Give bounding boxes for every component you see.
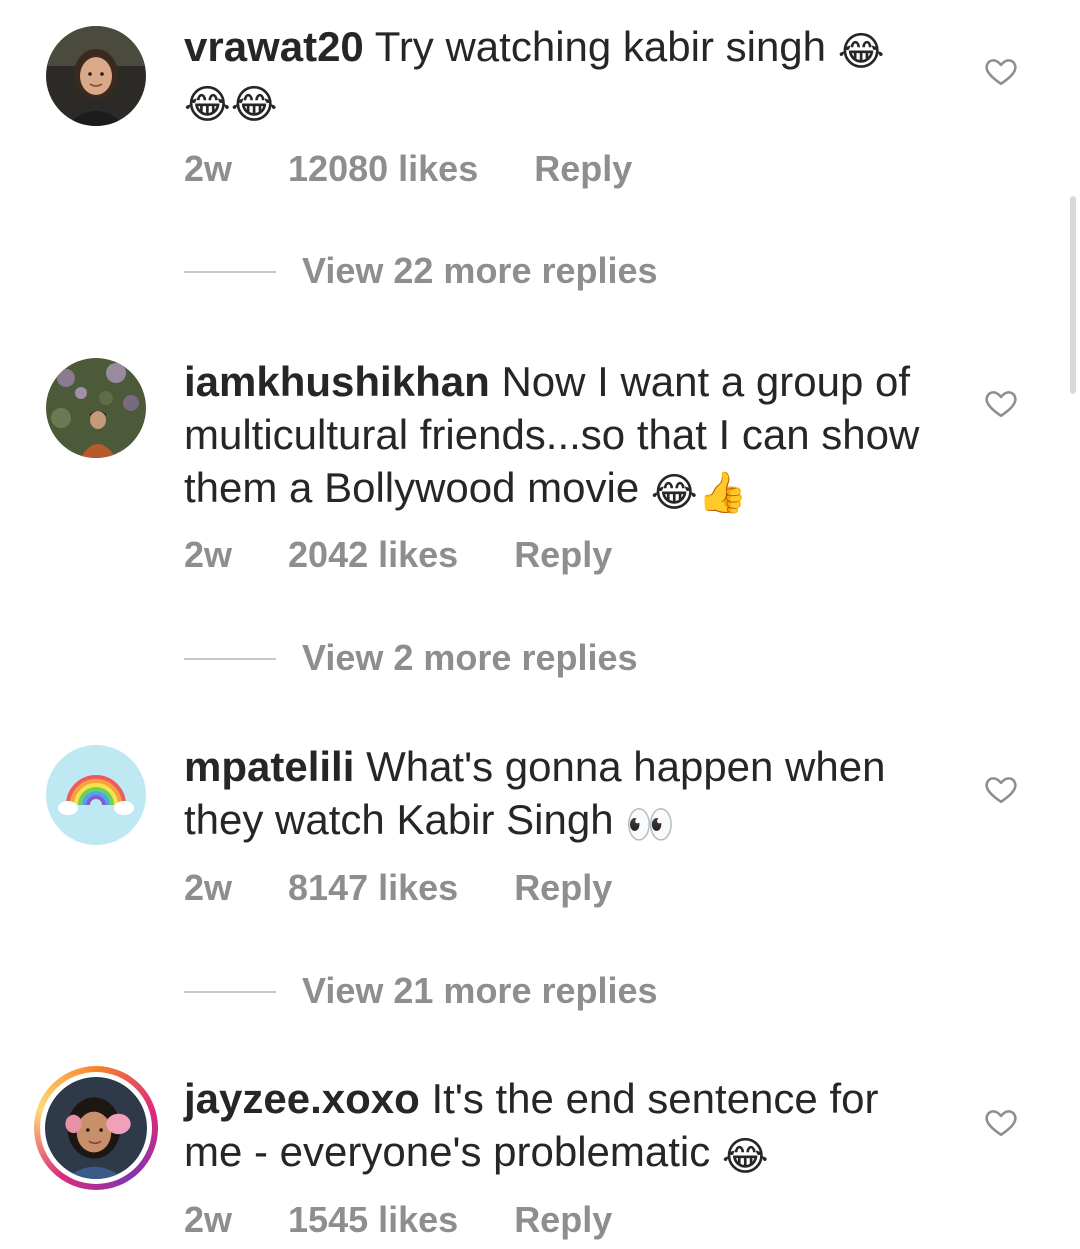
comment-text: mpatelili What's gonna happen when they …	[184, 740, 944, 846]
comment-likes-count[interactable]: 12080 likes	[288, 148, 478, 190]
comment-meta: 2w 2042 likes Reply	[184, 534, 612, 576]
like-heart-icon[interactable]	[984, 386, 1018, 420]
scrollbar[interactable]	[1070, 196, 1076, 394]
reply-button[interactable]: Reply	[534, 148, 632, 190]
like-heart-icon[interactable]	[984, 1105, 1018, 1139]
like-heart-icon[interactable]	[984, 772, 1018, 806]
view-replies-label[interactable]: View 21 more replies	[302, 970, 658, 1012]
avatar[interactable]	[46, 745, 146, 845]
comment-text: jayzee.xoxo It's the end sentence for me…	[184, 1072, 944, 1178]
comment-username[interactable]: mpatelili	[184, 743, 354, 790]
reply-button[interactable]: Reply	[514, 534, 612, 576]
replies-divider	[184, 271, 276, 273]
like-heart-icon[interactable]	[984, 54, 1018, 88]
comment-timestamp: 2w	[184, 148, 233, 189]
comment-text: iamkhushikhan Now I want a group of mult…	[184, 355, 944, 514]
view-replies-label[interactable]: View 2 more replies	[302, 637, 638, 679]
avatar	[45, 1077, 147, 1179]
comment-meta: 2w 12080 likes Reply	[184, 148, 632, 190]
comment-likes-count[interactable]: 2042 likes	[288, 534, 458, 576]
laughing-emoji-icon: 😂	[721, 1135, 769, 1179]
view-replies-label[interactable]: View 22 more replies	[302, 250, 658, 292]
comment-timestamp: 2w	[184, 1199, 233, 1240]
comments-list: vrawat20 Try watching kabir singh 😂 😂😂 2…	[0, 0, 1080, 1249]
view-replies-button[interactable]: View 2 more replies	[184, 637, 684, 679]
comment-likes-count[interactable]: 1545 likes	[288, 1199, 458, 1241]
comment-body: Try watching kabir singh	[374, 23, 827, 70]
replies-divider	[184, 991, 276, 993]
laughing-thumbs-up-emoji-icon: 😂👍	[650, 471, 748, 515]
avatar[interactable]	[46, 358, 146, 458]
comment-username[interactable]: iamkhushikhan	[184, 358, 490, 405]
reply-button[interactable]: Reply	[514, 1199, 612, 1241]
replies-divider	[184, 658, 276, 660]
comment-likes-count[interactable]: 8147 likes	[288, 867, 458, 909]
story-ring-gap	[40, 1072, 152, 1184]
comment-timestamp: 2w	[184, 867, 233, 908]
comment-meta: 2w 1545 likes Reply	[184, 1199, 612, 1241]
avatar[interactable]	[46, 26, 146, 126]
comment-meta: 2w 8147 likes Reply	[184, 867, 612, 909]
laughing-emoji-icon: 😂😂	[184, 83, 278, 127]
view-replies-button[interactable]: View 22 more replies	[184, 250, 684, 292]
view-replies-button[interactable]: View 21 more replies	[184, 970, 684, 1012]
avatar-with-story-ring[interactable]	[34, 1066, 158, 1190]
eyes-emoji-icon: 👀	[625, 803, 676, 847]
reply-button[interactable]: Reply	[514, 867, 612, 909]
comment-timestamp: 2w	[184, 534, 233, 575]
comment-username[interactable]: jayzee.xoxo	[184, 1075, 420, 1122]
comment-text: vrawat20 Try watching kabir singh 😂 😂😂	[184, 20, 944, 126]
laughing-emoji-icon: 😂	[837, 30, 885, 74]
comment-username[interactable]: vrawat20	[184, 23, 364, 70]
